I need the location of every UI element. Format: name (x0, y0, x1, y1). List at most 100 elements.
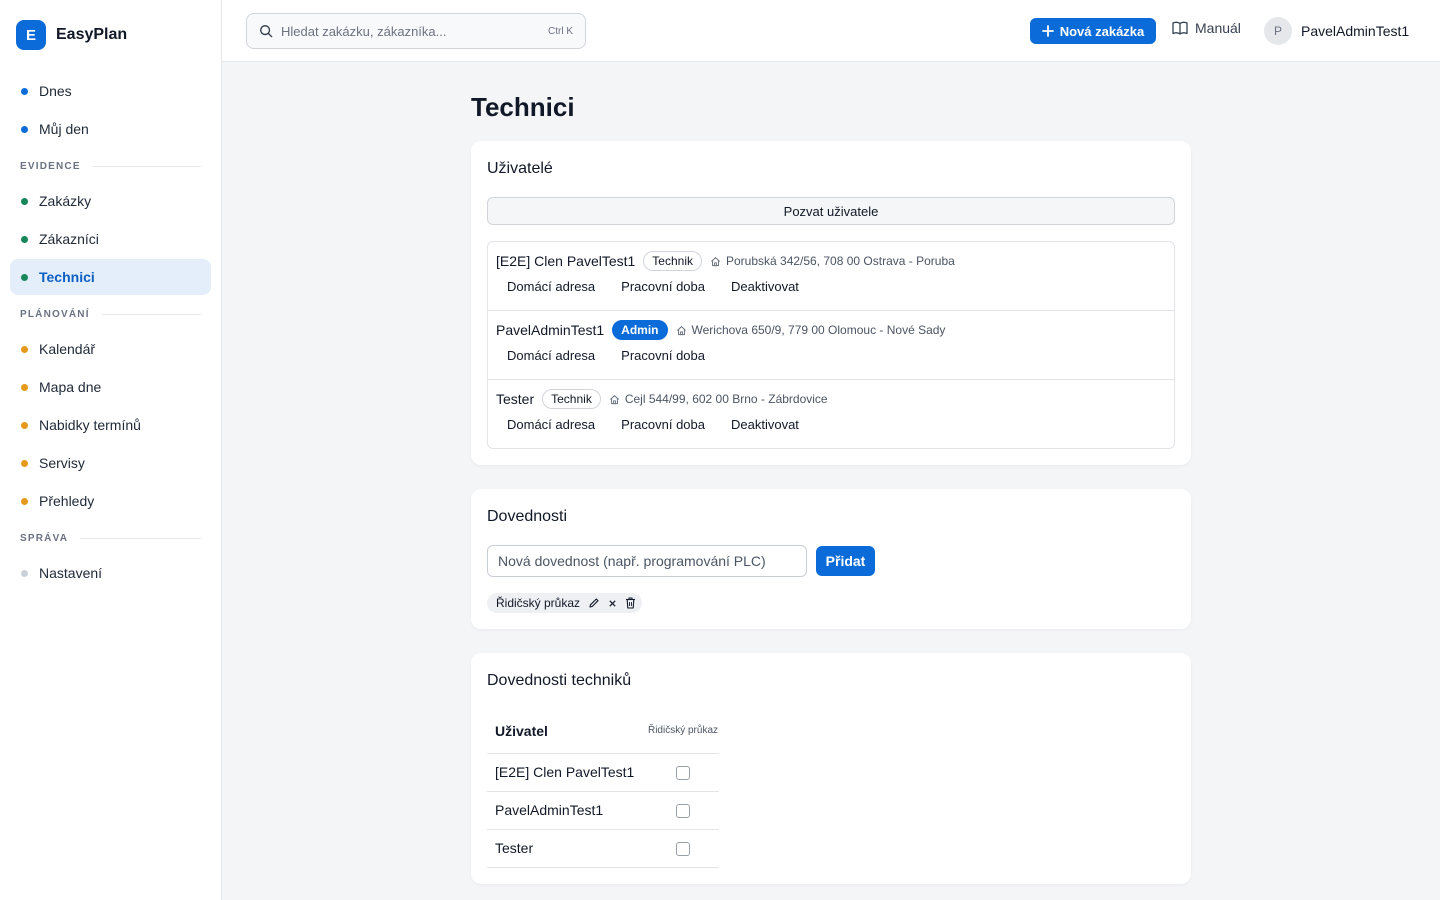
nav-dot (21, 345, 28, 353)
home-icon (676, 325, 686, 335)
address-text: Cejl 544/99, 602 00 Brno - Zábrdovice (624, 392, 828, 406)
role-badge: Technik (643, 251, 702, 271)
table-cell-skill (647, 791, 719, 830)
section-divider (101, 313, 201, 315)
section-title: EVIDENCE (20, 160, 81, 172)
user-menu[interactable]: P PavelAdminTest1 (1264, 17, 1409, 45)
sidebar-item-label: Přehledy (39, 493, 95, 509)
trash-icon[interactable] (625, 597, 636, 609)
nav-dot (21, 197, 28, 205)
nav-dot (21, 497, 28, 505)
book-icon (1172, 21, 1188, 35)
column-header-skill: Řidičský průkaz (647, 709, 719, 754)
avatar: P (1264, 17, 1292, 45)
search-input[interactable] (281, 23, 540, 39)
user-list: [E2E] Clen PavelTest1 Technik Porubská 3… (487, 241, 1175, 449)
table-row: [E2E] Clen PavelTest1 (487, 753, 719, 792)
nav-dot (21, 383, 28, 391)
users-card-title: Uživatelé (487, 160, 553, 177)
table-cell-skill (647, 753, 719, 792)
address-text: Porubská 342/56, 708 00 Ostrava - Poruba (725, 254, 955, 268)
technician-skills-card: Dovednosti techniků Uživatel Řidičský pr… (471, 653, 1191, 884)
sidebar-item-nastaveni[interactable]: Nastavení (10, 555, 211, 591)
skills-card-title: Dovednosti (487, 508, 568, 525)
sidebar-item-dnes[interactable]: Dnes (10, 73, 211, 109)
section-divider (92, 165, 201, 167)
nav-dot (21, 125, 28, 133)
sidebar-item-muj-den[interactable]: Můj den (10, 111, 211, 147)
sidebar-item-label: Technici (39, 269, 95, 285)
skill-checkbox[interactable] (676, 842, 690, 857)
sidebar-item-nabidky-terminu[interactable]: Nabidky termínů (10, 407, 211, 443)
sidebar-nav: Dnes Můj den EVIDENCE Zakázky Zákazníci … (10, 73, 211, 593)
working-hours-button[interactable]: Pracovní doba (621, 279, 705, 294)
table-row: PavelAdminTest1 (487, 791, 719, 830)
technician-skills-title: Dovednosti techniků (487, 672, 632, 689)
sidebar-item-label: Dnes (39, 83, 72, 99)
users-card: Uživatelé Pozvat uživatele [E2E] Clen Pa… (471, 141, 1191, 465)
home-address-button[interactable]: Domácí adresa (507, 417, 595, 432)
close-icon[interactable] (608, 599, 617, 608)
sidebar-item-label: Zakázky (39, 193, 92, 209)
deactivate-button[interactable]: Deaktivovat (731, 279, 799, 294)
sidebar-section-evidence: EVIDENCE (10, 151, 211, 181)
deactivate-button[interactable]: Deaktivovat (731, 417, 799, 432)
sidebar-item-mapa-dne[interactable]: Mapa dne (10, 369, 211, 405)
list-item: [E2E] Clen PavelTest1 Technik Porubská 3… (488, 242, 1174, 311)
home-icon (711, 256, 720, 266)
list-item: Tester Technik Cejl 544/99, 602 00 Brno … (488, 380, 1174, 448)
working-hours-button[interactable]: Pracovní doba (621, 417, 705, 432)
new-order-button[interactable]: Nová zakázka (1030, 18, 1156, 44)
sidebar-item-kalendar[interactable]: Kalendář (10, 331, 211, 367)
table-row: Tester (487, 829, 719, 868)
section-divider (80, 537, 201, 539)
home-address-button[interactable]: Domácí adresa (507, 279, 595, 294)
nav-dot (21, 87, 28, 95)
search-icon (260, 25, 273, 38)
user-name: PavelAdminTest1 (1301, 23, 1410, 39)
user-row-name: [E2E] Clen PavelTest1 (496, 253, 636, 269)
skill-checkbox[interactable] (676, 766, 690, 781)
user-address: Porubská 342/56, 708 00 Ostrava - Poruba (710, 254, 955, 268)
manual-link[interactable]: Manuál (1172, 20, 1241, 36)
table-cell-skill (647, 829, 719, 868)
user-address: Cejl 544/99, 602 00 Brno - Zábrdovice (609, 392, 828, 406)
brand[interactable]: E EasyPlan (16, 20, 127, 50)
sidebar-item-label: Můj den (39, 121, 89, 137)
table-cell-user: PavelAdminTest1 (487, 791, 647, 830)
sidebar-item-technici[interactable]: Technici (10, 259, 211, 295)
plus-icon (1041, 25, 1054, 37)
skills-card: Dovednosti Přidat Řidičský průkaz (471, 489, 1191, 629)
sidebar-item-zakazky[interactable]: Zakázky (10, 183, 211, 219)
sidebar-item-prehledy[interactable]: Přehledy (10, 483, 211, 519)
working-hours-button[interactable]: Pracovní doba (621, 348, 705, 363)
technician-skills-table: Uživatel Řidičský průkaz [E2E] Clen Pave… (487, 709, 719, 868)
home-address-button[interactable]: Domácí adresa (507, 348, 595, 363)
sidebar-item-zakaznici[interactable]: Zákazníci (10, 221, 211, 257)
nav-dot (21, 421, 28, 429)
new-order-label: Nová zakázka (1059, 23, 1145, 39)
add-skill-button[interactable]: Přidat (816, 546, 875, 576)
page-title: Technici (471, 92, 575, 122)
nav-dot (21, 273, 28, 281)
brand-name: EasyPlan (56, 26, 128, 43)
pencil-icon[interactable] (588, 597, 600, 609)
new-skill-input[interactable] (487, 545, 807, 577)
sidebar-section-sprava: SPRÁVA (10, 523, 211, 553)
search-shortcut: Ctrl K (548, 25, 573, 37)
sidebar-item-servisy[interactable]: Servisy (10, 445, 211, 481)
user-address: Werichova 650/9, 779 00 Olomouc - Nové S… (676, 323, 946, 337)
invite-user-button[interactable]: Pozvat uživatele (487, 197, 1175, 225)
sidebar-item-label: Nastavení (39, 565, 103, 581)
search-box[interactable]: Ctrl K (246, 13, 586, 49)
skill-checkbox[interactable] (676, 804, 690, 819)
sidebar-item-label: Mapa dne (39, 379, 102, 395)
table-cell-user: Tester (487, 829, 647, 868)
address-text: Werichova 650/9, 779 00 Olomouc - Nové S… (691, 323, 946, 337)
nav-dot (21, 459, 28, 467)
sidebar-section-planovani: PLÁNOVÁNÍ (10, 299, 211, 329)
brand-logo: E (16, 20, 46, 50)
user-row-name: PavelAdminTest1 (496, 322, 605, 338)
table-cell-user: [E2E] Clen PavelTest1 (487, 753, 647, 792)
sidebar-item-label: Nabidky termínů (39, 417, 141, 433)
